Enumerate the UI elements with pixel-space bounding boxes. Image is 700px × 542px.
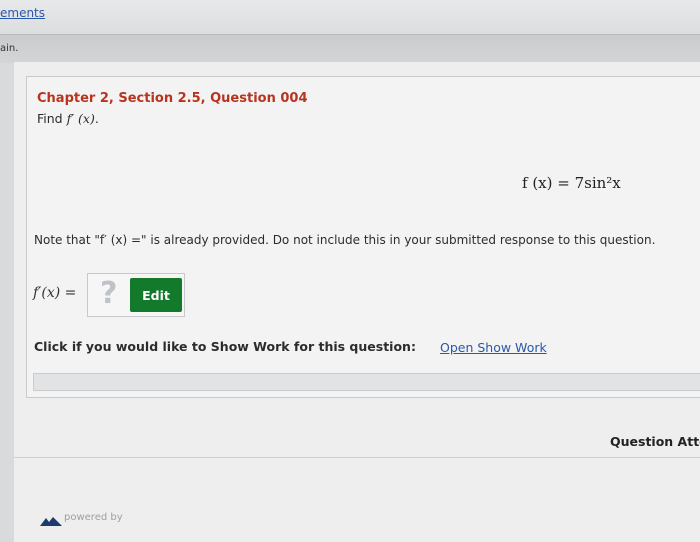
footer-divider (14, 457, 700, 458)
question-title: Chapter 2, Section 2.5, Question 004 (37, 91, 308, 106)
answer-label: f′(x) = (33, 285, 77, 301)
status-bar (33, 373, 700, 391)
function-equation: f (x) = 7sin²x (522, 174, 621, 192)
find-prefix: Find (37, 111, 63, 126)
powered-by-text: powered by (64, 512, 123, 523)
question-panel: Chapter 2, Section 2.5, Question 004 Fin… (26, 76, 700, 398)
sub-bar: ain. (0, 34, 700, 63)
top-bar: ements (0, 0, 700, 34)
question-attempts-label: Question Atte (610, 434, 700, 449)
edit-button[interactable]: Edit (130, 278, 182, 312)
find-suffix: . (94, 111, 99, 126)
answer-note: Note that "f′ (x) =" is already provided… (34, 233, 656, 247)
answer-field[interactable]: ? Edit (87, 273, 185, 317)
assignment-link[interactable]: ements (0, 6, 45, 20)
page-content: Chapter 2, Section 2.5, Question 004 Fin… (14, 62, 700, 542)
subbar-text: ain. (0, 43, 19, 54)
find-math: f′ (x) (66, 111, 95, 126)
open-show-work-link[interactable]: Open Show Work (440, 340, 547, 355)
answer-placeholder-icon: ? (100, 276, 118, 311)
show-work-prompt: Click if you would like to Show Work for… (34, 339, 416, 354)
wiley-logo-icon (40, 517, 62, 526)
question-prompt: Find f′ (x). (37, 111, 99, 126)
